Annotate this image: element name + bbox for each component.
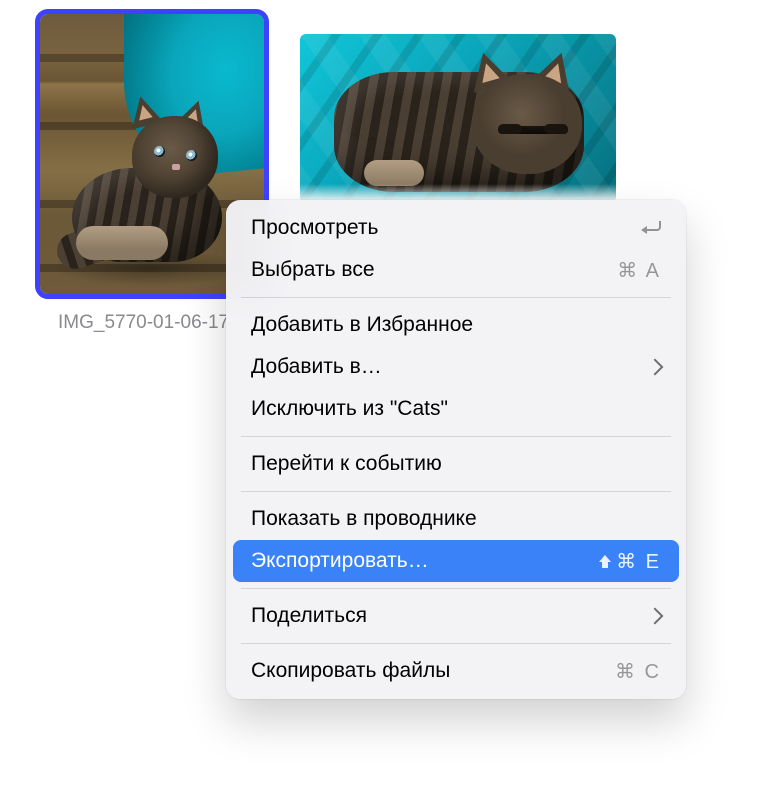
menu-item-label: Скопировать файлы — [251, 659, 450, 683]
photo-thumbnail-2[interactable] — [300, 34, 616, 202]
menu-separator — [241, 297, 671, 298]
menu-item-add-to[interactable]: Добавить в… — [233, 346, 679, 388]
menu-item-label: Выбрать все — [251, 258, 375, 282]
context-menu: Просмотреть Выбрать все ⌘ A Добавить в И… — [226, 200, 686, 699]
menu-item-label: Показать в проводнике — [251, 507, 477, 531]
menu-shortcut: ⌘ C — [615, 659, 661, 684]
menu-shortcut: ⌘ A — [617, 258, 661, 283]
menu-item-label: Добавить в… — [251, 355, 382, 379]
menu-item-goto-event[interactable]: Перейти к событию — [233, 443, 679, 485]
menu-item-label: Экспортировать… — [251, 549, 429, 573]
menu-item-copy-files[interactable]: Скопировать файлы ⌘ C — [233, 650, 679, 692]
chevron-right-icon — [649, 610, 661, 622]
menu-item-export[interactable]: Экспортировать… ⌘ E — [233, 540, 679, 582]
menu-item-label: Исключить из "Cats" — [251, 397, 448, 421]
menu-separator — [241, 643, 671, 644]
shift-key-icon — [598, 555, 612, 569]
enter-key-icon — [643, 221, 661, 235]
menu-item-add-favorite[interactable]: Добавить в Избранное — [233, 304, 679, 346]
menu-shortcut: ⌘ E — [598, 549, 661, 574]
menu-item-share[interactable]: Поделиться — [233, 595, 679, 637]
menu-item-label: Поделиться — [251, 604, 367, 628]
menu-separator — [241, 588, 671, 589]
menu-item-preview[interactable]: Просмотреть — [233, 207, 679, 249]
menu-separator — [241, 436, 671, 437]
menu-separator — [241, 491, 671, 492]
menu-item-exclude[interactable]: Исключить из "Cats" — [233, 388, 679, 430]
menu-item-show-in-finder[interactable]: Показать в проводнике — [233, 498, 679, 540]
photo-grid-viewport: IMG_5770-01-06-17-2 Просмотреть Выбрать … — [0, 0, 760, 810]
menu-item-label: Перейти к событию — [251, 452, 442, 476]
chevron-right-icon — [649, 361, 661, 373]
menu-item-label: Добавить в Избранное — [251, 313, 473, 337]
menu-item-select-all[interactable]: Выбрать все ⌘ A — [233, 249, 679, 291]
menu-item-label: Просмотреть — [251, 216, 378, 240]
